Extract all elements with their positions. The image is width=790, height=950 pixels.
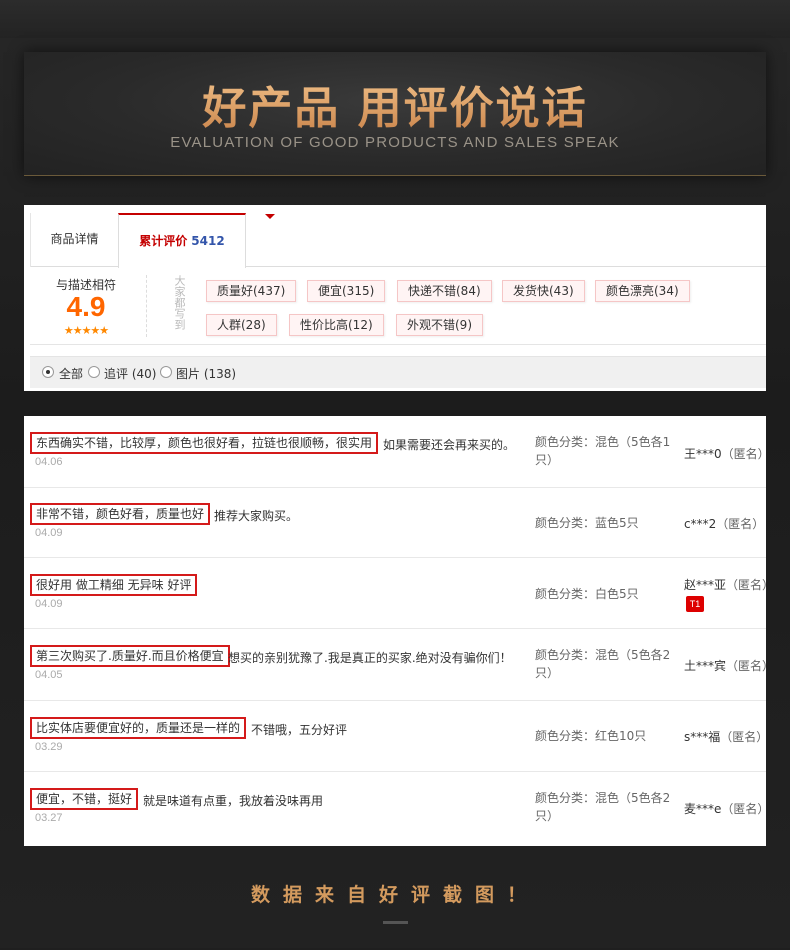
anonymous-label: （匿名） <box>721 802 766 816</box>
impression-tag[interactable]: 颜色漂亮(34) <box>595 280 690 302</box>
review-sku: 颜色分类：红色10只 <box>535 729 647 743</box>
review-row: 第三次购买了.质量好.而且价格便宜 想买的亲别犹豫了.我是真正的买家.绝对没有骗… <box>24 629 766 701</box>
review-highlight: 很好用 做工精细 无异味 好评 <box>30 574 198 596</box>
review-row: 很好用 做工精细 无异味 好评 04.09 颜色分类：白色5只 赵***亚（匿名… <box>24 558 766 629</box>
top-strip <box>0 0 790 38</box>
anonymous-label: （匿名） <box>721 447 766 461</box>
review-date: 03.27 <box>35 812 63 824</box>
review-sku: 颜色分类：混色（5色各2只） <box>535 648 671 680</box>
review-sku: 颜色分类：白色5只 <box>535 587 639 601</box>
reviewer-nick: 赵***亚 <box>684 578 727 592</box>
impression-tag[interactable]: 快递不错(84) <box>397 280 492 302</box>
review-highlight: 第三次购买了.质量好.而且价格便宜 <box>30 645 230 667</box>
reviewer-name: c***2（匿名） <box>684 515 766 532</box>
reviewer-name: 王***0（匿名） <box>684 445 766 462</box>
review-count: 5412 <box>191 234 225 248</box>
review-text: 如果需要还会再来买的。 <box>383 438 516 452</box>
review-date: 04.06 <box>35 456 63 468</box>
review-date: 03.29 <box>35 741 63 753</box>
impression-tag[interactable]: 性价比高(12) <box>289 314 384 336</box>
tab-product-details[interactable]: 商品详情 <box>30 213 118 267</box>
footer-caption: 数据来自好评截图！ <box>250 884 539 906</box>
footer-divider <box>383 921 408 924</box>
review-highlight: 东西确实不错，比较厚，颜色也很好看，拉链也很顺畅，很实用 <box>30 432 379 454</box>
impression-tag[interactable]: 人群(28) <box>206 314 277 336</box>
review-summary-panel: 商品详情 累计评价 5412 与描述相符 4.9 ★★★★★ 大家都写到 质量好(… <box>24 205 766 391</box>
tab-bar: 商品详情 累计评价 5412 <box>30 213 766 268</box>
star-rating-icon: ★★★★★ <box>63 324 109 337</box>
review-highlight: 比实体店要便宜好的，质量还是一样的 <box>30 717 247 739</box>
review-sku: 颜色分类：蓝色5只 <box>535 516 639 530</box>
review-date: 04.05 <box>35 669 63 681</box>
reviewer-name: 土***宾（匿名） <box>684 657 766 674</box>
review-row: 非常不错，颜色好看，质量也好 推荐大家购买。 04.09 颜色分类：蓝色5只 c… <box>24 488 766 558</box>
banner: 好产品 用评价说话 EVALUATION OF GOOD PRODUCTS AN… <box>24 52 766 176</box>
tab-label: 商品详情 <box>50 232 99 246</box>
review-row: 比实体店要便宜好的，质量还是一样的 不错哦，五分好评 03.29 颜色分类：红色… <box>24 701 766 772</box>
reviewer-name: 麦***e（匿名） <box>684 800 766 817</box>
review-text: 推荐大家购买。 <box>214 509 299 523</box>
reviewer-nick: s***福 <box>684 730 721 744</box>
review-sku: 颜色分类：混色（5色各2只） <box>535 791 671 823</box>
review-text: 就是味道有点重，我放着没味再用 <box>143 794 324 808</box>
impression-tag[interactable]: 质量好(437) <box>206 280 297 302</box>
active-tab-arrow-icon <box>265 214 275 219</box>
review-list: 东西确实不错，比较厚，颜色也很好看，拉链也很顺畅，很实用 如果需要还会再来买的。… <box>24 416 766 846</box>
reviewer-name: 赵***亚（匿名） <box>684 576 766 593</box>
banner-subtitle: EVALUATION OF GOOD PRODUCTS AND SALES SP… <box>170 134 620 151</box>
review-row: 便宜，不错，挺好 就是味道有点重，我放着没味再用 03.27 颜色分类：混色（5… <box>24 772 766 846</box>
reviewer-nick: 王***0 <box>684 447 722 461</box>
review-sku: 颜色分类：混色（5色各1只） <box>535 435 671 467</box>
banner-title: 好产品 用评价说话 <box>24 72 766 136</box>
rating-summary: 与描述相符 4.9 ★★★★★ 大家都写到 质量好(437) 便宜(315) 快… <box>30 267 766 345</box>
tab-reviews[interactable]: 累计评价 5412 <box>118 213 275 268</box>
divider <box>146 275 147 337</box>
reviewer-nick: 土***宾 <box>684 659 727 673</box>
review-filter-bar: 全部 追评 (40) 图片 (138) <box>30 356 766 388</box>
tags-heading: 大家都写到 <box>173 275 186 330</box>
impression-tag[interactable]: 便宜(315) <box>307 280 386 302</box>
review-text: 想买的亲别犹豫了.我是真正的买家.绝对没有骗你们！ <box>228 651 512 665</box>
reviewer-nick: c***2 <box>684 517 717 531</box>
member-badge-icon: T1 <box>686 596 704 612</box>
review-date: 04.09 <box>35 527 63 539</box>
anonymous-label: （匿名） <box>720 730 766 744</box>
filter-all-radio[interactable] <box>42 366 54 378</box>
impression-tag[interactable]: 外观不错(9) <box>396 314 483 336</box>
filter-label[interactable]: 图片 (138) <box>176 365 236 382</box>
anonymous-label: （匿名） <box>726 578 766 592</box>
anonymous-label: （匿名） <box>716 517 765 531</box>
tab-label: 累计评价 <box>139 234 188 248</box>
impression-tag[interactable]: 发货快(43) <box>502 280 585 302</box>
review-text: 不错哦，五分好评 <box>251 723 348 737</box>
filter-label[interactable]: 全部 <box>59 365 83 382</box>
review-highlight: 非常不错，颜色好看，质量也好 <box>30 503 211 525</box>
anonymous-label: （匿名） <box>726 659 766 673</box>
reviewer-nick: 麦***e <box>684 802 722 816</box>
filter-label[interactable]: 追评 (40) <box>104 365 156 382</box>
reviewer-name: s***福（匿名） <box>684 728 766 745</box>
filter-images-radio[interactable] <box>160 366 172 378</box>
filter-followup-radio[interactable] <box>88 366 100 378</box>
review-date: 04.09 <box>35 598 63 610</box>
review-highlight: 便宜，不错，挺好 <box>30 788 139 810</box>
review-row: 东西确实不错，比较厚，颜色也很好看，拉链也很顺畅，很实用 如果需要还会再来买的。… <box>24 416 766 488</box>
score-value: 4.9 <box>66 291 106 322</box>
